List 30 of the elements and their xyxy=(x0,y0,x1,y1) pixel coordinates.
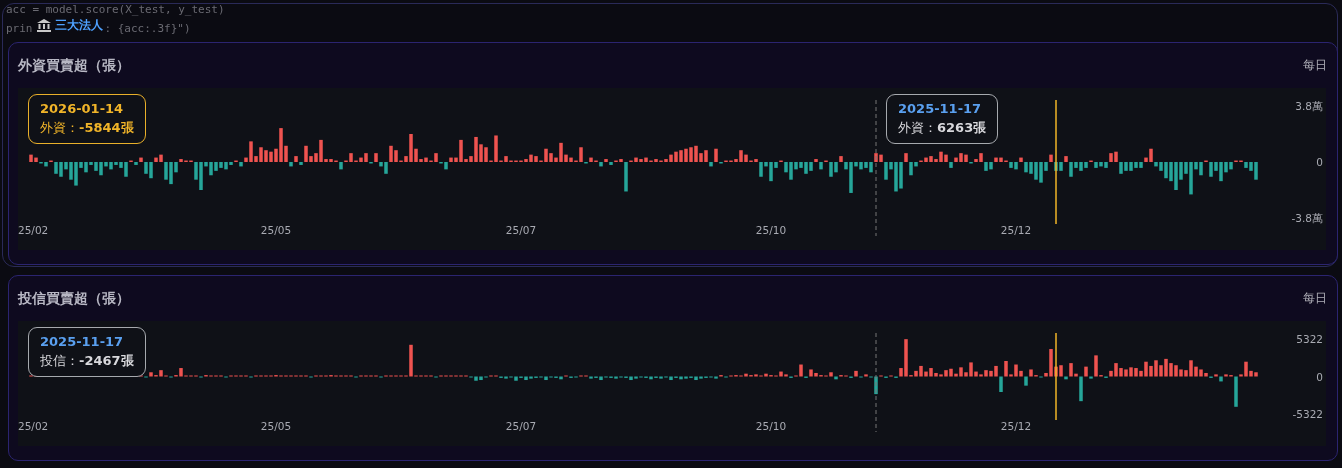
x-axis-label: 25/05 xyxy=(260,224,292,236)
tooltip-date: 2025-11-17 xyxy=(898,101,983,116)
x-axis-label: 25/07 xyxy=(505,420,537,432)
panel-title: 外資買賣超（張） xyxy=(18,56,130,75)
code-text: : {acc:.3f}") xyxy=(104,21,191,37)
x-axis-label: 25/12 xyxy=(1000,224,1032,236)
x-axis-label: 25/07 xyxy=(505,224,537,236)
y-axis-label: 3.8萬 xyxy=(1295,100,1323,112)
tooltip-value: 外資：-5844張 xyxy=(40,119,134,137)
panel-title: 投信買賣超（張） xyxy=(18,289,130,308)
x-axis-label: 25/05 xyxy=(260,420,292,432)
x-axis-label: 25/10 xyxy=(755,224,787,236)
y-axis-label: 0 xyxy=(1316,156,1323,168)
x-axis-label: 25/02 xyxy=(18,420,49,432)
tooltip-date: 2025-11-17 xyxy=(40,334,125,349)
x-axis-label: 25/02 xyxy=(18,224,49,236)
tooltip-date: 2026-01-14 xyxy=(40,101,125,116)
code-text: acc = model.score(X_test, y_test) xyxy=(6,2,225,18)
section-title: 三大法人 xyxy=(55,18,103,33)
y-axis-label: 0 xyxy=(1316,370,1323,383)
y-axis-label: 5322 xyxy=(1296,333,1323,345)
tooltip-value: 外資：6263張 xyxy=(898,119,987,137)
code-text: prin xyxy=(6,21,33,37)
y-axis-label: -3.8萬 xyxy=(1291,212,1323,224)
period-label: 每日 xyxy=(1303,290,1327,307)
x-axis-label: 25/12 xyxy=(1000,420,1032,432)
x-axis-label: 25/10 xyxy=(755,420,787,432)
period-label: 每日 xyxy=(1303,57,1327,74)
tooltip-value: 投信：-2467張 xyxy=(40,352,134,370)
y-axis-label: -5322 xyxy=(1292,408,1323,420)
